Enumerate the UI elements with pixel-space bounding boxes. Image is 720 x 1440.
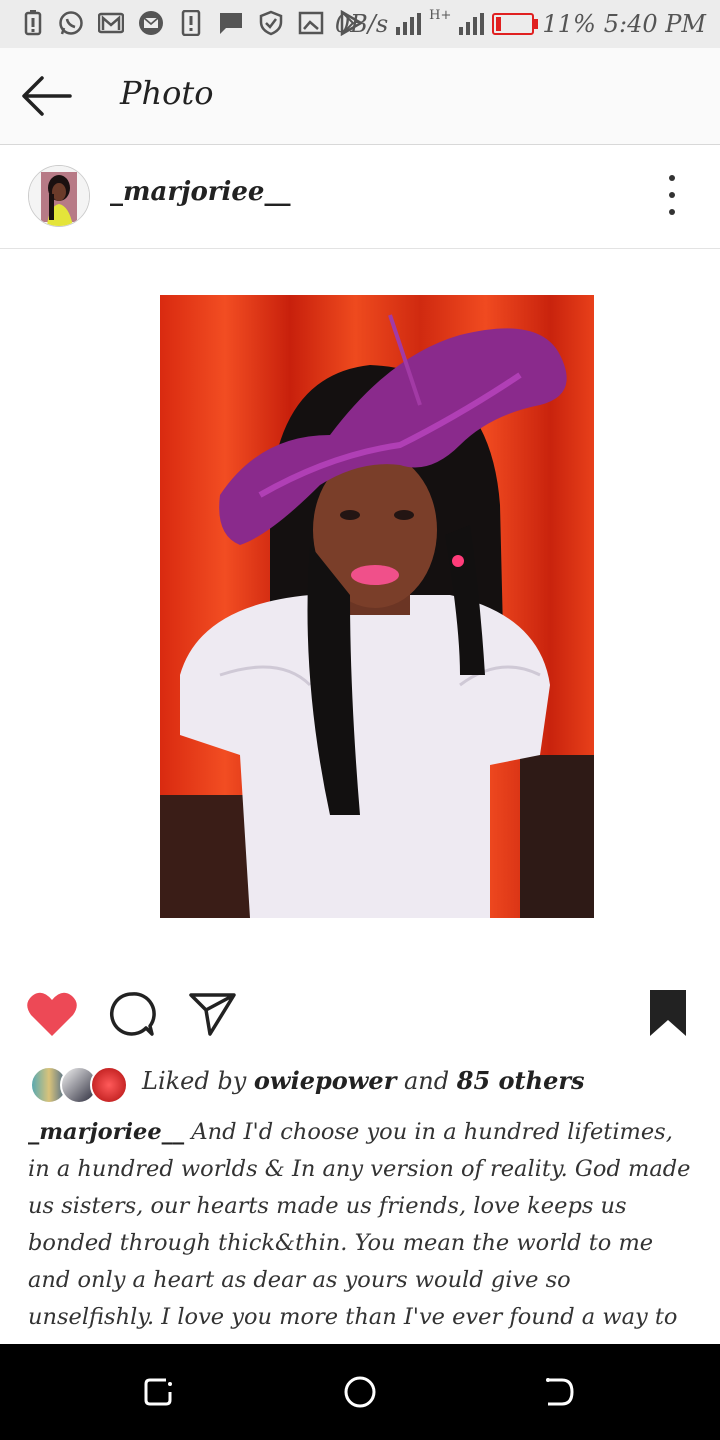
caption-username[interactable]: _marjoriee__ bbox=[28, 1119, 184, 1145]
bookmark-icon[interactable] bbox=[648, 990, 688, 1038]
gmail-icon bbox=[98, 12, 124, 34]
system-nav-bar bbox=[0, 1344, 720, 1440]
status-right: 0B/s H+ 11% 5:40 PM bbox=[335, 8, 706, 40]
net-speed: 0B/s bbox=[334, 10, 389, 38]
liker-avatar[interactable] bbox=[90, 1066, 128, 1104]
status-bar: 0B/s H+ 11% 5:40 PM bbox=[0, 0, 720, 48]
back-arrow-icon[interactable] bbox=[18, 70, 74, 122]
send-icon[interactable] bbox=[188, 990, 238, 1038]
liked-others[interactable]: 85 others bbox=[457, 1066, 585, 1095]
page-title: Photo bbox=[120, 74, 214, 112]
likes-row: Liked by owiepower and 85 others bbox=[28, 1062, 708, 1106]
liked-user[interactable]: owiepower bbox=[254, 1066, 396, 1095]
avatar-image bbox=[29, 166, 89, 226]
signal-icon bbox=[396, 13, 422, 35]
post-caption: _marjoriee__ And I'd choose you in a hun… bbox=[28, 1114, 692, 1342]
app-bar: Photo bbox=[0, 48, 720, 145]
post-header: _marjoriee__ bbox=[0, 145, 720, 249]
message-icon bbox=[220, 13, 242, 34]
signal-2-icon bbox=[459, 13, 485, 35]
likes-text[interactable]: Liked by owiepower and 85 others bbox=[142, 1066, 585, 1095]
avatar[interactable] bbox=[28, 165, 90, 227]
alert-icon bbox=[181, 10, 201, 36]
home-icon[interactable] bbox=[342, 1374, 378, 1410]
clock: 5:40 PM bbox=[603, 10, 706, 38]
shield-icon bbox=[259, 10, 283, 36]
more-vertical-icon[interactable] bbox=[662, 175, 682, 215]
heart-icon[interactable] bbox=[26, 990, 78, 1038]
whatsapp-icon bbox=[59, 11, 83, 35]
battery-alert-icon bbox=[24, 10, 42, 36]
battery-icon bbox=[492, 13, 539, 35]
screenshot-icon bbox=[298, 11, 324, 35]
photo-image bbox=[160, 295, 594, 918]
liked-prefix: Liked by bbox=[142, 1067, 247, 1095]
back-icon[interactable] bbox=[542, 1374, 578, 1410]
comment-icon[interactable] bbox=[108, 990, 156, 1038]
caption-text: And I'd choose you in a hundred lifetime… bbox=[28, 1119, 691, 1342]
post-photo[interactable] bbox=[160, 295, 594, 918]
liked-and: and bbox=[403, 1067, 450, 1095]
battery-percent: 11% bbox=[542, 10, 596, 38]
recent-apps-icon[interactable] bbox=[142, 1374, 178, 1410]
network-type: H+ bbox=[429, 7, 452, 23]
post-username[interactable]: _marjoriee__ bbox=[110, 177, 290, 207]
mail-icon bbox=[139, 11, 163, 35]
